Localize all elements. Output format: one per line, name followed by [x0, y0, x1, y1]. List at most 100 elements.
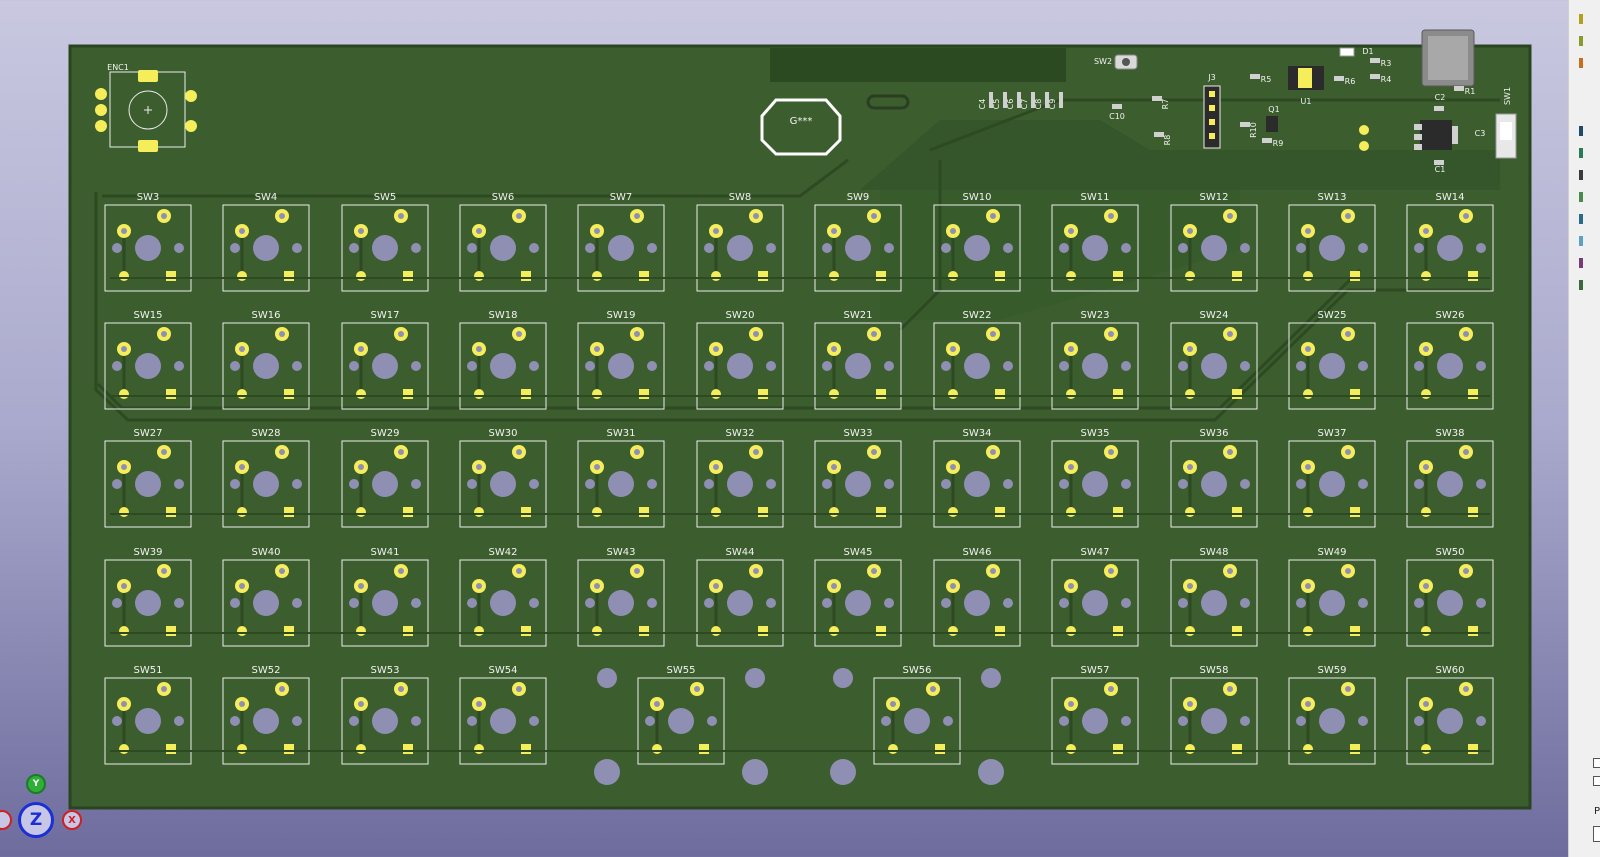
switch-side-hole: [585, 243, 595, 253]
regulator-pin: [1414, 144, 1422, 150]
layer-swatch-icon[interactable]: [1579, 236, 1583, 246]
switch-label: SW40: [252, 547, 281, 558]
encoder-mount-pad: [138, 140, 158, 152]
resistor-label: R8: [1163, 135, 1172, 146]
switch-side-hole: [467, 479, 477, 489]
diode-pad: [876, 507, 886, 517]
switch-pad-hole: [1423, 701, 1429, 707]
switch-pad-hole: [1227, 449, 1233, 455]
switch-side-hole: [1358, 243, 1368, 253]
switch-pad-hole: [239, 583, 245, 589]
diode-pad: [119, 744, 129, 754]
diode-pad: [1185, 389, 1195, 399]
switch-center-hole: [490, 590, 516, 616]
switch-label: SW33: [844, 428, 873, 439]
diode-pad: [699, 744, 709, 754]
switch-center-hole: [490, 235, 516, 261]
switch-side-hole: [766, 243, 776, 253]
switch-side-hole: [411, 598, 421, 608]
switch-label: SW48: [1200, 547, 1229, 558]
encoder-mount-pad: [138, 70, 158, 82]
switch-side-hole: [467, 361, 477, 371]
switch-side-hole: [1178, 479, 1188, 489]
switch-label: SW50: [1436, 547, 1465, 558]
switch-center-hole: [1437, 353, 1463, 379]
switch-side-hole: [1003, 598, 1013, 608]
switch-label: SW28: [252, 428, 281, 439]
diode-pad: [876, 626, 886, 636]
axis-y-icon[interactable]: Y: [26, 774, 46, 794]
switch-pad-hole: [831, 346, 837, 352]
switch-side-hole: [766, 479, 776, 489]
switch-side-hole: [1121, 479, 1131, 489]
sw2-label: SW2: [1094, 57, 1112, 66]
switch-side-hole: [112, 716, 122, 726]
switch-pad-hole: [713, 583, 719, 589]
panel-input-field[interactable]: [1593, 826, 1600, 842]
diode-pad: [1232, 271, 1242, 281]
diode-pad: [1421, 507, 1431, 517]
pcb-3d-viewport[interactable]: SW3 SW4 SW5 SW6 SW7 SW8 SW9 SW10 SW11 SW12 SW13 SW1…: [0, 0, 1568, 857]
switch-side-hole: [1240, 716, 1250, 726]
stabilizer-hole: [978, 759, 1004, 785]
axis-z-icon[interactable]: Z: [18, 802, 54, 838]
diode-pad: [592, 389, 602, 399]
switch-label: SW53: [371, 665, 400, 676]
axis-x-icon[interactable]: X: [62, 810, 82, 830]
diode-pad: [1303, 507, 1313, 517]
switch-pad-hole: [1305, 464, 1311, 470]
switch-center-hole: [490, 471, 516, 497]
switch-center-hole: [135, 235, 161, 261]
layer-swatch-icon[interactable]: [1579, 258, 1583, 268]
capacitor-label: C6: [1006, 99, 1015, 110]
diode-pad: [1421, 744, 1431, 754]
layer-swatch-icon[interactable]: [1579, 192, 1583, 202]
switch-side-hole: [1121, 598, 1131, 608]
option-checkbox[interactable]: [1593, 776, 1600, 786]
switch-center-hole: [1437, 471, 1463, 497]
diode-pad: [474, 389, 484, 399]
switch-side-hole: [112, 479, 122, 489]
switch-side-hole: [884, 361, 894, 371]
switch-pad-hole: [1108, 331, 1114, 337]
diode-pad: [1066, 507, 1076, 517]
switch-pad-hole: [279, 331, 285, 337]
option-checkbox[interactable]: [1593, 758, 1600, 768]
diode-pad: [1113, 626, 1123, 636]
switch-side-hole: [411, 361, 421, 371]
switch-pad-hole: [1187, 346, 1193, 352]
switch-label: SW11: [1081, 192, 1110, 203]
encoder-pin-pad: [185, 120, 197, 132]
switch-side-hole: [230, 361, 240, 371]
layer-swatch-icon[interactable]: [1579, 148, 1583, 158]
c10-label: C10: [1109, 112, 1125, 121]
c3-label: C3: [1475, 129, 1486, 138]
layer-swatch-icon[interactable]: [1579, 170, 1583, 180]
switch-label: SW57: [1081, 665, 1110, 676]
layer-swatch-icon[interactable]: [1579, 58, 1583, 68]
switch-pad-hole: [1423, 464, 1429, 470]
switch-side-hole: [1296, 361, 1306, 371]
switch-side-hole: [1059, 361, 1069, 371]
layer-swatch-icon[interactable]: [1579, 214, 1583, 224]
diode-pad: [356, 271, 366, 281]
switch-center-hole: [608, 353, 634, 379]
layer-swatch-icon[interactable]: [1579, 36, 1583, 46]
resistor-footprint: [1334, 76, 1344, 81]
diode-pad: [166, 626, 176, 636]
capacitor-footprint: [1434, 106, 1444, 111]
switch-pad-hole: [516, 449, 522, 455]
switch-side-hole: [822, 479, 832, 489]
switch-side-hole: [1414, 598, 1424, 608]
diode-pad: [119, 389, 129, 399]
diode-pad: [474, 507, 484, 517]
layer-swatch-icon[interactable]: [1579, 280, 1583, 290]
switch-side-hole: [1476, 243, 1486, 253]
switch-center-hole: [964, 353, 990, 379]
layer-swatch-icon[interactable]: [1579, 126, 1583, 136]
diode-pad: [652, 744, 662, 754]
switch-side-hole: [349, 598, 359, 608]
layer-swatch-icon[interactable]: [1579, 14, 1583, 24]
switch-label: SW41: [371, 547, 400, 558]
diode-pad: [758, 626, 768, 636]
